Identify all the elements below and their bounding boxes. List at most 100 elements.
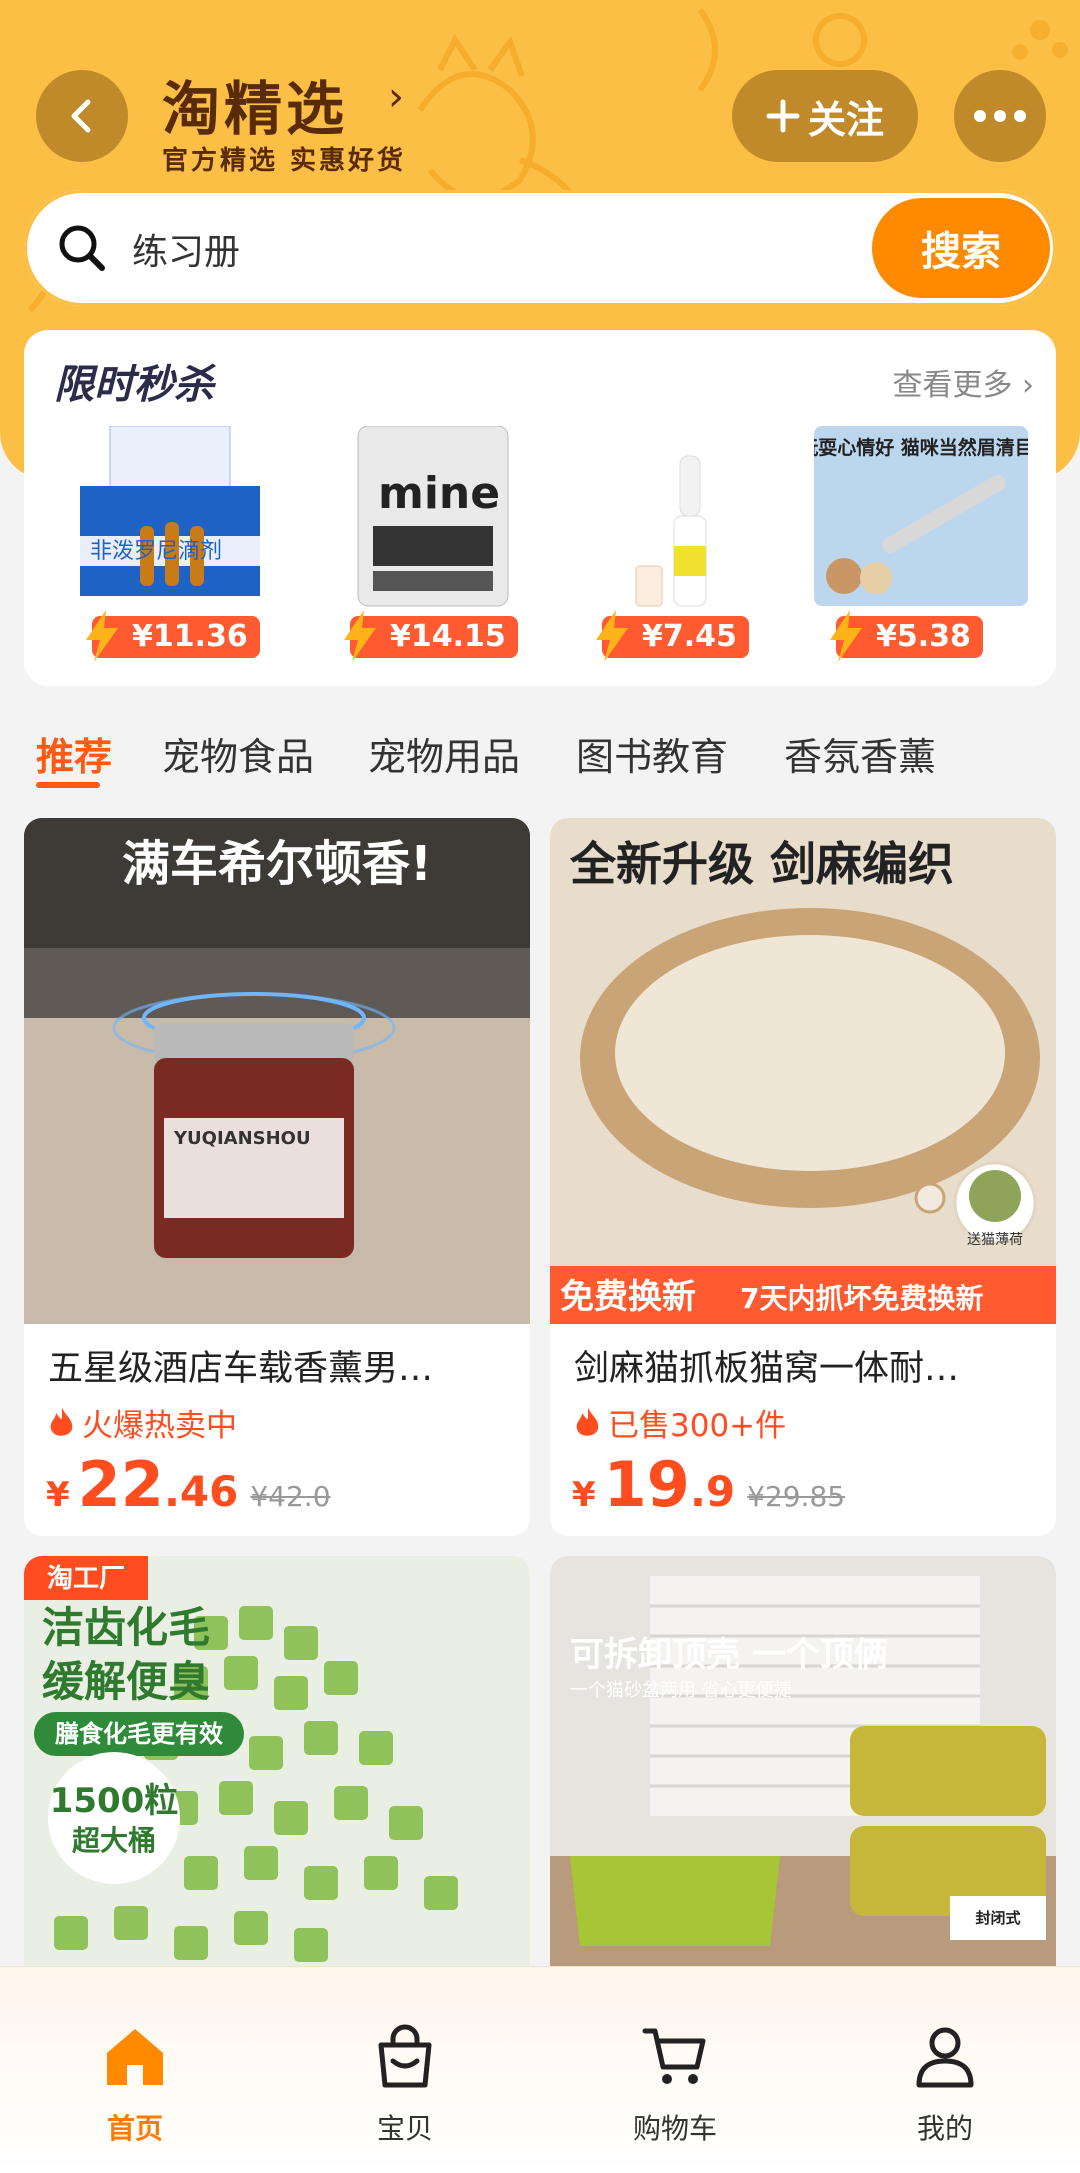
price-integer: 19 bbox=[603, 1448, 690, 1521]
product-image: 可拆卸顶壳 一个顶俩 一个猫砂盆两用 省心更便捷 封闭式 bbox=[550, 1556, 1056, 1966]
more-button[interactable] bbox=[954, 70, 1046, 162]
flash-price-tag: ¥14.15 bbox=[344, 610, 518, 662]
flash-sale-item[interactable]: mine ¥14.15 bbox=[328, 425, 542, 662]
image-badge-right: 7天内抓坏免费换新 bbox=[740, 1282, 983, 1315]
item-image-text: mine bbox=[378, 468, 500, 519]
sales-text: 已售300+件 bbox=[608, 1408, 787, 1444]
product-price: ¥ 22 .46 ¥42.0 bbox=[46, 1448, 331, 1521]
product-image: 淘工厂 洁齿化毛 缓解便臭 膳食化毛更有效 1500粒 超大桶 bbox=[24, 1556, 530, 1966]
flash-sale-title: 限时秒杀 bbox=[54, 362, 214, 408]
product-sales: 已售300+件 bbox=[574, 1400, 786, 1445]
flash-price: ¥11.36 bbox=[132, 619, 248, 654]
follow-button[interactable]: 关注 bbox=[732, 70, 918, 162]
image-circle-1: 1500粒 bbox=[50, 1781, 179, 1821]
flash-sale-item[interactable]: 玩耍心情好 猫咪当然眉清目秀 ¥5.38 bbox=[799, 426, 1054, 662]
image-caption-2: 缓解便臭 bbox=[42, 1657, 210, 1706]
product-card[interactable]: 淘工厂 洁齿化毛 缓解便臭 膳食化毛更有效 1500粒 超大桶 bbox=[24, 1556, 530, 1966]
nav-cart[interactable]: 购物车 bbox=[540, 1967, 810, 2173]
page-subtitle: 官方精选 实惠好货 bbox=[162, 146, 407, 176]
flash-price: ¥7.45 bbox=[642, 619, 737, 654]
cart-icon bbox=[642, 2028, 706, 2084]
fire-icon bbox=[50, 1406, 73, 1436]
image-tag: 膳食化毛更有效 bbox=[55, 1720, 223, 1748]
flash-sale-item[interactable]: 非泼罗尼滴剂 ¥11.36 bbox=[70, 425, 284, 662]
cat-toy-image: 玩耍心情好 猫咪当然眉清目秀 bbox=[799, 426, 1054, 606]
search-icon bbox=[59, 225, 105, 271]
tab-pet-supplies[interactable]: 宠物用品 bbox=[368, 726, 520, 781]
fire-icon bbox=[576, 1406, 599, 1436]
product-price: ¥ 19 .9 ¥29.85 bbox=[572, 1448, 845, 1521]
nav-label: 我的 bbox=[916, 2112, 973, 2145]
chevron-right-icon[interactable]: › bbox=[388, 74, 404, 120]
nav-items[interactable]: 宝贝 bbox=[270, 1967, 540, 2173]
nav-home[interactable]: 首页 bbox=[0, 1967, 270, 2173]
page-title[interactable]: 淘精选 bbox=[162, 62, 348, 146]
product-title: 五星级酒店车载香薰男… bbox=[48, 1349, 434, 1389]
product-card[interactable]: 全新升级 剑麻编织 免费换新 7天内抓坏免费换新 送猫薄荷 剑麻猫抓板猫窝一体耐… bbox=[550, 818, 1056, 1536]
flash-price: ¥14.15 bbox=[390, 619, 506, 654]
category-tabs: 推荐 宠物食品 宠物用品 图书教育 香氛香薰 bbox=[0, 718, 1080, 798]
nav-me[interactable]: 我的 bbox=[810, 1967, 1080, 2173]
nav-label: 首页 bbox=[106, 2112, 163, 2145]
product-title: 剑麻猫抓板猫窝一体耐… bbox=[574, 1349, 960, 1389]
view-more-link[interactable]: 查看更多 › bbox=[892, 360, 1034, 404]
bottom-navigation: 首页 宝贝 购物车 我的 bbox=[0, 1966, 1080, 2173]
image-sub: 一个猫砂盆两用 省心更便捷 bbox=[570, 1680, 792, 1701]
image-caption: 可拆卸顶壳 一个顶俩 bbox=[570, 1635, 888, 1675]
plus-icon bbox=[766, 99, 800, 133]
currency-symbol: ¥ bbox=[46, 1475, 70, 1515]
tab-fragrance[interactable]: 香氛香薰 bbox=[784, 726, 936, 781]
image-badge-left: 免费换新 bbox=[560, 1277, 696, 1317]
laser-pen-image bbox=[635, 455, 707, 607]
medicine-box-image: 非泼罗尼滴剂 bbox=[80, 425, 260, 596]
image-corner-text: 封闭式 bbox=[975, 1909, 1020, 1927]
nav-label: 购物车 bbox=[632, 2112, 717, 2145]
flash-sale-card: 限时秒杀 查看更多 › 非泼罗尼滴剂 ¥11.36 mine ¥14.15 ¥7… bbox=[24, 330, 1056, 686]
follow-label: 关注 bbox=[807, 97, 884, 142]
image-badge: 淘工厂 bbox=[47, 1564, 125, 1594]
flash-price-tag: ¥7.45 bbox=[596, 610, 749, 662]
search-input[interactable] bbox=[130, 218, 734, 280]
currency-symbol: ¥ bbox=[572, 1475, 596, 1515]
image-caption: 满车希尔顿香! bbox=[122, 836, 432, 892]
product-sales: 火爆热卖中 bbox=[48, 1400, 237, 1445]
flash-price-tag: ¥5.38 bbox=[830, 610, 983, 662]
sales-text: 火爆热卖中 bbox=[82, 1408, 237, 1444]
user-icon bbox=[916, 2027, 974, 2088]
price-integer: 22 bbox=[77, 1448, 164, 1521]
more-dots-icon bbox=[974, 110, 1026, 122]
search-bar[interactable]: 搜索 bbox=[24, 190, 1056, 306]
tab-recommend[interactable]: 推荐 bbox=[36, 726, 112, 781]
product-card[interactable]: 满车希尔顿香! YUQIANSHOU 五星级酒店车载香薰男… 火爆热卖中 ¥ 2… bbox=[24, 818, 530, 1536]
back-arrow-icon bbox=[71, 99, 91, 133]
original-price: ¥29.85 bbox=[747, 1480, 846, 1513]
flash-price: ¥5.38 bbox=[876, 619, 971, 654]
tab-pet-food[interactable]: 宠物食品 bbox=[162, 726, 314, 781]
image-brand: YUQIANSHOU bbox=[173, 1128, 311, 1149]
flash-price-tag: ¥11.36 bbox=[86, 610, 260, 662]
cat-litter-bag-image: mine bbox=[357, 425, 509, 607]
lightning-icon bbox=[86, 610, 118, 662]
flash-sale-item[interactable]: ¥7.45 bbox=[580, 426, 794, 662]
lightning-icon bbox=[830, 610, 862, 662]
active-tab-indicator bbox=[36, 782, 100, 788]
item-image-text: 非泼罗尼滴剂 bbox=[90, 539, 222, 564]
bag-icon bbox=[378, 2024, 432, 2088]
search-button[interactable]: 搜索 bbox=[872, 198, 1050, 298]
home-icon bbox=[107, 2029, 163, 2085]
image-caption: 全新升级 剑麻编织 bbox=[569, 837, 954, 891]
price-decimal: .46 bbox=[163, 1467, 239, 1516]
original-price: ¥42.0 bbox=[250, 1480, 331, 1513]
nav-label: 宝贝 bbox=[376, 2112, 433, 2145]
back-button[interactable] bbox=[36, 70, 128, 162]
item-image-text: 玩耍心情好 猫咪当然眉清目秀 bbox=[814, 436, 1028, 459]
lightning-icon bbox=[344, 610, 376, 662]
product-image: 全新升级 剑麻编织 免费换新 7天内抓坏免费换新 送猫薄荷 bbox=[550, 818, 1056, 1324]
product-card[interactable]: 可拆卸顶壳 一个顶俩 一个猫砂盆两用 省心更便捷 封闭式 bbox=[550, 1556, 1056, 1966]
product-image: 满车希尔顿香! YUQIANSHOU bbox=[24, 818, 530, 1324]
lightning-icon bbox=[596, 610, 628, 662]
image-corner-text: 送猫薄荷 bbox=[967, 1232, 1023, 1248]
tab-books-education[interactable]: 图书教育 bbox=[576, 726, 728, 781]
image-caption-1: 洁齿化毛 bbox=[42, 1603, 210, 1652]
price-decimal: .9 bbox=[689, 1467, 736, 1516]
